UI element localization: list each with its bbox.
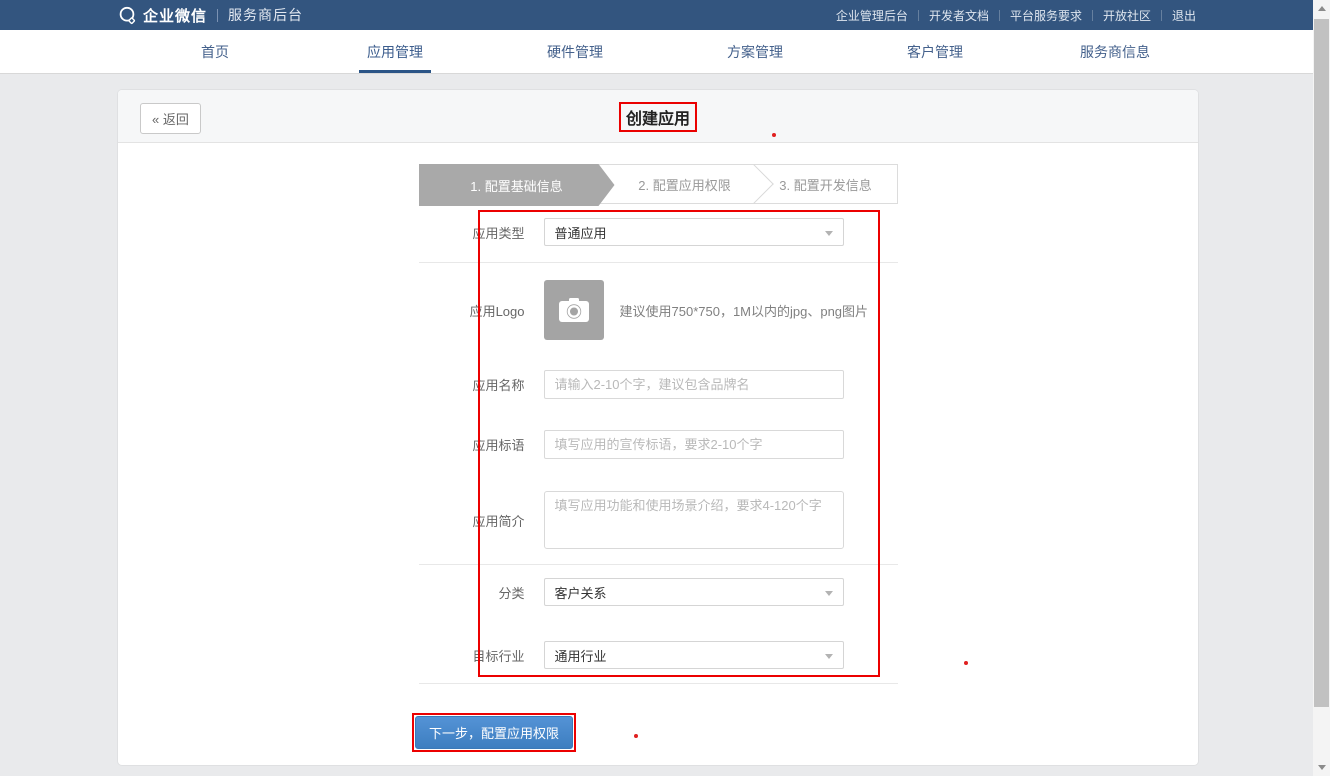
app-intro-label: 应用简介 — [419, 511, 544, 530]
app-logo-label: 应用Logo — [419, 301, 544, 320]
topbar-link-platform-requirements[interactable]: 平台服务要求 — [1010, 7, 1082, 24]
logo-hint-text: 建议使用750*750，1M以内的jpg、png图片 — [620, 301, 869, 320]
app-intro-textarea[interactable] — [544, 491, 844, 549]
step-1-basic-info: 1. 配置基础信息 — [419, 164, 615, 206]
triangle-up-icon — [1318, 6, 1326, 11]
industry-row: 目标行业 通用行业 — [419, 641, 898, 669]
main-nav: 首页 应用管理 硬件管理 方案管理 客户管理 服务商信息 — [0, 30, 1330, 74]
divider — [918, 10, 919, 21]
industry-label: 目标行业 — [419, 646, 544, 665]
app-name-input[interactable] — [544, 370, 844, 399]
topbar-link-logout[interactable]: 退出 — [1172, 7, 1196, 24]
camera-icon — [556, 295, 592, 325]
annotation-dot — [772, 133, 776, 137]
card-header: « 返回 创建应用 — [118, 90, 1198, 143]
category-label: 分类 — [419, 583, 544, 602]
page-title: 创建应用 — [626, 111, 690, 128]
nav-item-home[interactable]: 首页 — [125, 30, 305, 73]
chevron-down-icon — [825, 591, 833, 596]
app-type-select[interactable]: 普通应用 — [544, 218, 844, 246]
scrollbar[interactable] — [1313, 0, 1330, 776]
step-wizard: 1. 配置基础信息 2. 配置应用权限 3. 配置开发信息 — [419, 164, 898, 204]
industry-select[interactable]: 通用行业 — [544, 641, 844, 669]
step-label: 2. 配置应用权限 — [638, 175, 730, 194]
app-slogan-row: 应用标语 — [419, 430, 898, 459]
topbar-link-developer-docs[interactable]: 开发者文档 — [929, 7, 989, 24]
logo-upload-button[interactable] — [544, 280, 604, 340]
topbar-link-enterprise-admin[interactable]: 企业管理后台 — [836, 7, 908, 24]
divider — [419, 683, 898, 684]
nav-item-hardware-management[interactable]: 硬件管理 — [485, 30, 665, 73]
triangle-down-icon — [1318, 765, 1326, 770]
screen: 企业微信 服务商后台 企业管理后台 开发者文档 平台服务要求 开放社区 退出 首… — [0, 0, 1330, 776]
step-3-dev-info: 3. 配置开发信息 — [755, 165, 897, 203]
next-button-annotation-box: 下一步，配置应用权限 — [412, 713, 576, 752]
divider — [999, 10, 1000, 21]
scroll-up-button[interactable] — [1313, 0, 1330, 17]
app-logo-row: 应用Logo 建议使用750*750，1M以内的jpg、png图片 — [419, 280, 898, 340]
wechat-work-logo-icon — [118, 6, 137, 25]
portal-title: 服务商后台 — [228, 5, 303, 25]
create-app-card: « 返回 创建应用 1. 配置基础信息 2. 配置应用权限 3. 配置开发信息 — [118, 90, 1198, 765]
step-label: 1. 配置基础信息 — [470, 176, 562, 195]
divider — [1161, 10, 1162, 21]
nav-item-provider-info[interactable]: 服务商信息 — [1025, 30, 1205, 73]
chevron-down-icon — [825, 654, 833, 659]
divider — [419, 262, 898, 263]
annotation-dot — [634, 734, 638, 738]
topbar-brand-group: 企业微信 服务商后台 — [0, 5, 303, 26]
industry-value: 通用行业 — [545, 646, 607, 665]
nav-item-customer-management[interactable]: 客户管理 — [845, 30, 1025, 73]
category-row: 分类 客户关系 — [419, 578, 898, 606]
divider — [1092, 10, 1093, 21]
topbar-link-open-community[interactable]: 开放社区 — [1103, 7, 1151, 24]
next-step-button[interactable]: 下一步，配置应用权限 — [415, 716, 573, 749]
chevron-down-icon — [825, 231, 833, 236]
card-body: 1. 配置基础信息 2. 配置应用权限 3. 配置开发信息 应用类型 普通应用 — [118, 164, 1198, 752]
topbar-links: 企业管理后台 开发者文档 平台服务要求 开放社区 退出 — [836, 7, 1330, 24]
step-label: 3. 配置开发信息 — [779, 175, 871, 194]
app-name-label: 应用名称 — [419, 375, 544, 394]
app-type-value: 普通应用 — [545, 223, 607, 242]
title-annotation-box: 创建应用 — [619, 102, 697, 132]
app-intro-row: 应用简介 — [419, 491, 898, 549]
topbar: 企业微信 服务商后台 企业管理后台 开发者文档 平台服务要求 开放社区 退出 — [0, 0, 1330, 30]
annotation-dot — [964, 661, 968, 665]
app-type-label: 应用类型 — [419, 223, 544, 242]
create-app-form: 应用类型 普通应用 应用Logo — [419, 218, 898, 684]
back-button[interactable]: « 返回 — [140, 103, 201, 134]
divider — [419, 564, 898, 565]
app-slogan-label: 应用标语 — [419, 435, 544, 454]
nav-item-app-management[interactable]: 应用管理 — [305, 30, 485, 73]
category-value: 客户关系 — [545, 583, 607, 602]
app-name-row: 应用名称 — [419, 370, 898, 399]
category-select[interactable]: 客户关系 — [544, 578, 844, 606]
scroll-down-button[interactable] — [1313, 759, 1330, 776]
app-type-row: 应用类型 普通应用 — [419, 218, 898, 246]
divider — [217, 9, 218, 22]
scrollbar-thumb[interactable] — [1314, 19, 1329, 707]
brand-title: 企业微信 — [143, 5, 207, 26]
nav-item-solution-management[interactable]: 方案管理 — [665, 30, 845, 73]
app-slogan-input[interactable] — [544, 430, 844, 459]
